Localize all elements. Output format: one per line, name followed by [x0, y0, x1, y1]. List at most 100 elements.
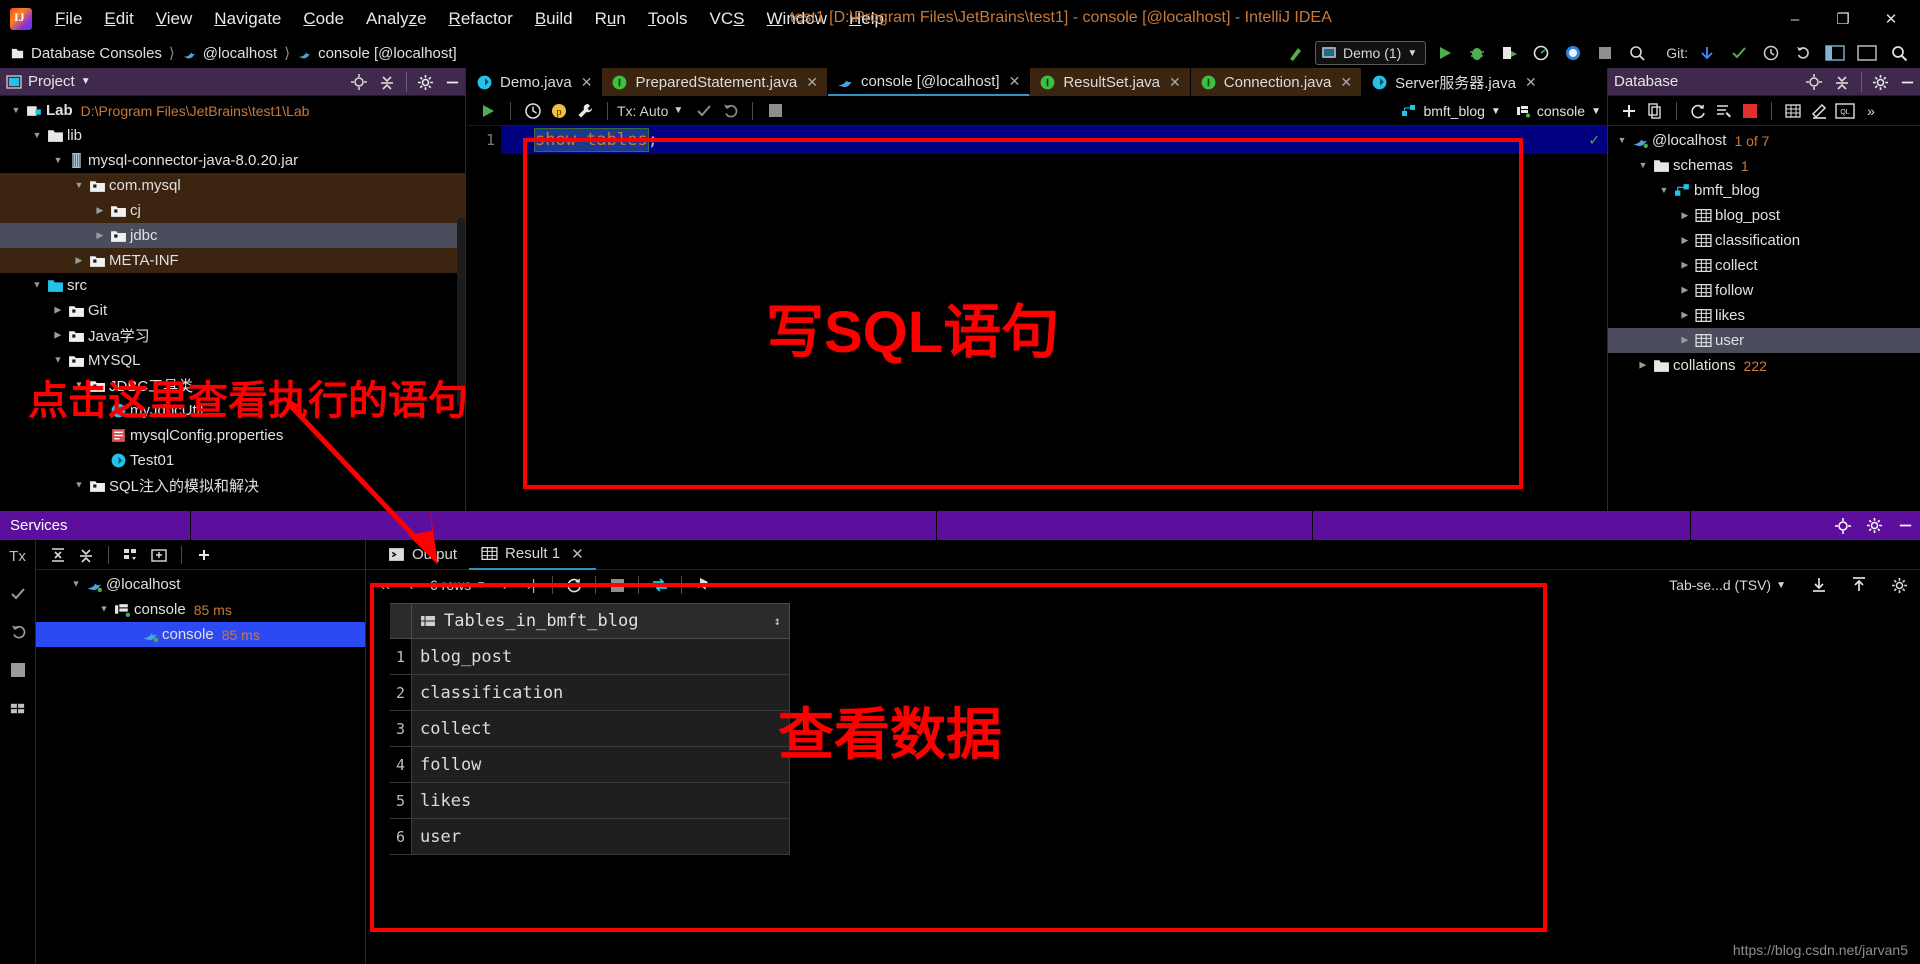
close-tab-icon[interactable]: ✕	[581, 74, 593, 91]
project-tree-item[interactable]: Test01	[0, 448, 465, 473]
services-tree[interactable]: ▼ @localhost ▼ console 85 ms console 85 ms	[36, 570, 365, 964]
table-row[interactable]: 4 follow	[390, 747, 790, 783]
project-tree[interactable]: ▼ Lab D:\Program Files\JetBrains\test1\Lab…	[0, 96, 465, 511]
project-tree-item[interactable]: myJdbcUtil	[0, 398, 465, 423]
tree-expand-arrow[interactable]: ▶	[92, 230, 108, 241]
tree-expand-arrow[interactable]: ▶	[50, 305, 66, 316]
tree-expand-arrow[interactable]: ▼	[29, 130, 45, 141]
output-format-selector[interactable]: Tab-se...d (TSV) ▼	[1663, 577, 1792, 593]
menu-code[interactable]: Code	[292, 5, 355, 33]
close-result-tab-icon[interactable]: ✕	[571, 545, 584, 563]
tree-expand-arrow[interactable]: ▶	[1677, 235, 1693, 246]
tree-expand-arrow[interactable]: ▶	[1677, 210, 1693, 221]
more-icon[interactable]: »	[1858, 98, 1884, 124]
project-tree-item[interactable]: ▼ src	[0, 273, 465, 298]
stop-icon-rail[interactable]	[4, 658, 32, 682]
run-with-coverage-button[interactable]	[1496, 41, 1522, 65]
search-everywhere-icon[interactable]	[1624, 41, 1650, 65]
rollback-icon[interactable]	[717, 98, 743, 124]
tree-expand-arrow[interactable]: ▼	[71, 380, 87, 391]
result-tab[interactable]: Output	[376, 540, 469, 570]
tree-expand-arrow[interactable]: ▶	[1635, 360, 1651, 371]
edit-icon[interactable]	[1806, 98, 1832, 124]
rows-count-selector[interactable]: 6 rows ▼	[424, 577, 492, 593]
table-row[interactable]: 1 blog_post	[390, 639, 790, 675]
run-button[interactable]	[1432, 41, 1458, 65]
tree-expand-arrow[interactable]: ▼	[1635, 160, 1651, 171]
grid-icon-rail[interactable]	[4, 696, 32, 720]
add-icon-svc[interactable]	[190, 542, 218, 568]
row-value[interactable]: follow	[412, 747, 789, 782]
row-value[interactable]: collect	[412, 711, 789, 746]
close-tab-icon[interactable]: ✕	[806, 74, 818, 91]
performance-button[interactable]	[1560, 41, 1586, 65]
result-tab[interactable]: Result 1 ✕	[469, 540, 596, 570]
last-page-button[interactable]: ›|	[518, 572, 544, 598]
table-row[interactable]: 5 likes	[390, 783, 790, 819]
transaction-mode-selector[interactable]: Tx: Auto ▼	[617, 103, 683, 119]
tree-expand-arrow[interactable]: ▶	[92, 205, 108, 216]
editor-line-1[interactable]: show tables;	[501, 126, 1607, 154]
tree-expand-arrow[interactable]: ▶	[50, 330, 66, 341]
locate-icon[interactable]	[1805, 73, 1823, 91]
close-tab-icon[interactable]: ✕	[1169, 74, 1181, 91]
database-tree-item[interactable]: ▶ user	[1608, 328, 1920, 353]
services-gear-icon[interactable]	[1866, 517, 1883, 534]
close-tab-icon[interactable]: ✕	[1525, 74, 1537, 91]
menu-vcs[interactable]: VCS	[699, 5, 756, 33]
row-value[interactable]: classification	[412, 675, 789, 710]
stop-button[interactable]	[1592, 41, 1618, 65]
download-icon[interactable]	[1806, 572, 1832, 598]
database-tree-item[interactable]: ▼ schemas 1	[1608, 153, 1920, 178]
build-hammer-icon[interactable]	[1283, 41, 1309, 65]
tree-expand-arrow[interactable]: ▼	[68, 579, 84, 590]
services-tree-item[interactable]: ▼ console 85 ms	[36, 597, 365, 622]
row-value[interactable]: likes	[412, 783, 789, 818]
menu-build[interactable]: Build	[524, 5, 584, 33]
hide-panel-icon[interactable]	[444, 74, 461, 91]
pin-icon[interactable]	[690, 572, 716, 598]
project-tree-item[interactable]: ▼ mysql-connector-java-8.0.20.jar	[0, 148, 465, 173]
project-tree-item[interactable]: ▶ Java学习	[0, 323, 465, 348]
project-tree-item[interactable]: ▼ SQL注入的模拟和解决	[0, 473, 465, 498]
tree-expand-arrow[interactable]: ▼	[50, 355, 66, 366]
upload-icon[interactable]	[1846, 572, 1872, 598]
git-history-icon[interactable]	[1758, 41, 1784, 65]
editor-code-text[interactable]: show tables;	[501, 128, 658, 152]
tree-expand-arrow[interactable]: ▼	[50, 155, 66, 166]
services-tree-item[interactable]: console 85 ms	[36, 622, 365, 647]
rollback-icon-rail[interactable]	[4, 620, 32, 644]
close-tab-icon[interactable]: ✕	[1009, 73, 1021, 90]
hide-panel-icon-db[interactable]	[1899, 74, 1916, 91]
table-row[interactable]: 2 classification	[390, 675, 790, 711]
row-value[interactable]: user	[412, 819, 789, 854]
parameters-icon[interactable]: p	[546, 98, 572, 124]
menu-view[interactable]: View	[145, 5, 204, 33]
editor-tab[interactable]: Server服务器.java ✕	[1362, 68, 1547, 96]
first-page-button[interactable]: ‹‹	[372, 572, 398, 598]
search-icon[interactable]	[1886, 41, 1912, 65]
add-icon[interactable]	[1616, 98, 1642, 124]
project-tree-scrollbar[interactable]	[457, 218, 465, 408]
database-tree-item[interactable]: ▶ likes	[1608, 303, 1920, 328]
database-tree-item[interactable]: ▶ blog_post	[1608, 203, 1920, 228]
tree-expand-arrow[interactable]: ▶	[1677, 310, 1693, 321]
tree-expand-arrow[interactable]: ▼	[1656, 185, 1672, 196]
copy-icon[interactable]	[1642, 98, 1668, 124]
tree-expand-arrow[interactable]: ▼	[1614, 135, 1630, 146]
wrench-icon[interactable]	[572, 98, 598, 124]
editor-tab[interactable]: Connection.java ✕	[1190, 68, 1363, 96]
tree-expand-arrow[interactable]: ▶	[1677, 285, 1693, 296]
git-commit-icon[interactable]	[1726, 41, 1752, 65]
layout-icon[interactable]	[1822, 41, 1848, 65]
gear-icon[interactable]	[417, 74, 434, 91]
breadcrumb-item-0[interactable]: Database Consoles	[31, 45, 162, 62]
transpose-icon[interactable]	[647, 572, 673, 598]
tree-expand-arrow[interactable]: ▼	[29, 280, 45, 291]
menu-file[interactable]: File	[44, 5, 93, 33]
collapse-all-icon-db[interactable]	[1833, 73, 1851, 91]
query-console-icon[interactable]: QL	[1832, 98, 1858, 124]
close-button[interactable]: ✕	[1868, 4, 1914, 34]
stop-icon[interactable]	[762, 98, 788, 124]
result-tab-bar[interactable]: Output Result 1 ✕	[366, 540, 1920, 570]
